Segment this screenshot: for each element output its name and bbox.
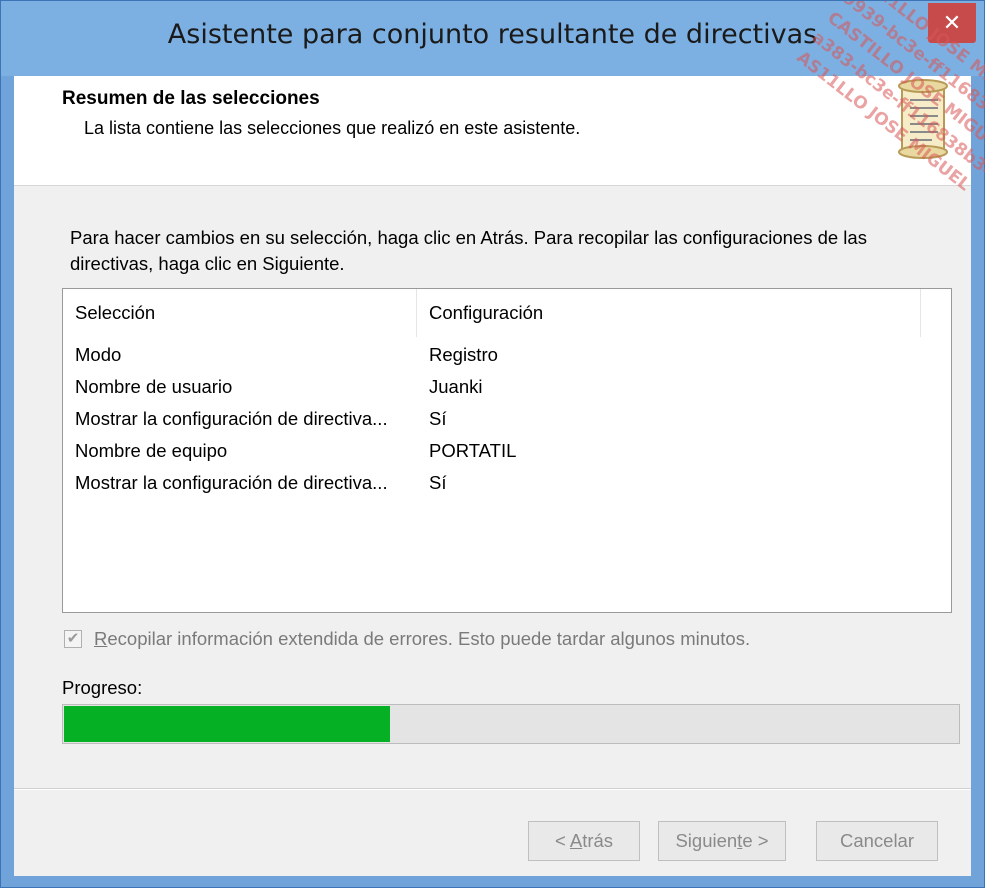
checkmark-icon: ✔ — [66, 630, 80, 647]
mnemonic-letter: R — [94, 628, 108, 649]
list-item-config: Juanki — [429, 376, 483, 397]
list-item-config: Sí — [429, 472, 447, 493]
instructions-text: Para hacer cambios en su selección, haga… — [70, 227, 867, 274]
progress-label: Progreso: — [62, 677, 143, 698]
list-item[interactable]: Nombre de equipo PORTATIL — [63, 435, 951, 467]
cancel-button[interactable]: Cancelar — [816, 821, 938, 861]
listview-rows: Modo Registro Nombre de usuario Juanki M… — [63, 339, 951, 499]
list-item-selection: Modo — [75, 344, 122, 365]
progress-bar — [62, 704, 960, 744]
progress-bar-fill — [64, 706, 390, 742]
back-button[interactable]: < Atrás — [528, 821, 640, 861]
back-button-mnemonic: A — [569, 830, 583, 851]
extended-errors-label-text: ecopilar información extendida de errore… — [107, 628, 751, 649]
wizard-header: Resumen de las selecciones La lista cont… — [14, 76, 971, 186]
list-item-config: PORTATIL — [429, 440, 517, 461]
extended-errors-label: Recopilar información extendida de error… — [94, 624, 750, 654]
title-bar[interactable]: Asistente para conjunto resultante de di… — [1, 1, 984, 76]
column-header-filler — [921, 289, 951, 337]
wizard-client-area: Resumen de las selecciones La lista cont… — [14, 76, 971, 876]
list-item-config: Registro — [429, 344, 498, 365]
next-button-prefix: Siguien — [675, 830, 738, 851]
list-item-config: Sí — [429, 408, 447, 429]
list-item-selection: Mostrar la configuración de directiva... — [75, 472, 388, 493]
close-button[interactable]: ✕ — [928, 3, 976, 43]
next-button[interactable]: Siguiente > — [658, 821, 786, 861]
list-item-selection: Nombre de usuario — [75, 376, 233, 397]
scroll-icon — [898, 79, 948, 159]
next-button-rest: e > — [742, 830, 769, 851]
back-button-prefix: < — [554, 830, 570, 851]
list-item-selection: Nombre de equipo — [75, 440, 228, 461]
list-item[interactable]: Modo Registro — [63, 339, 951, 371]
column-header-configuracion[interactable]: Configuración — [417, 289, 921, 337]
footer-divider-highlight — [14, 789, 971, 790]
list-item-selection: Mostrar la configuración de directiva... — [75, 408, 388, 429]
list-item[interactable]: Mostrar la configuración de directiva...… — [63, 403, 951, 435]
list-item[interactable]: Mostrar la configuración de directiva...… — [63, 467, 951, 499]
column-header-seleccion[interactable]: Selección — [63, 289, 417, 337]
header-title: Resumen de las selecciones — [62, 88, 320, 109]
back-button-rest: trás — [582, 830, 614, 851]
header-subtitle: La lista contiene las selecciones que re… — [84, 118, 581, 138]
listview-header: Selección Configuración — [63, 289, 951, 337]
selections-listview[interactable]: Selección Configuración Modo Registro No… — [62, 288, 952, 613]
window-title: Asistente para conjunto resultante de di… — [167, 19, 818, 50]
extended-errors-checkbox[interactable]: ✔ — [64, 630, 82, 648]
close-icon: ✕ — [942, 10, 962, 35]
wizard-window: Asistente para conjunto resultante de di… — [0, 0, 985, 888]
list-item[interactable]: Nombre de usuario Juanki — [63, 371, 951, 403]
